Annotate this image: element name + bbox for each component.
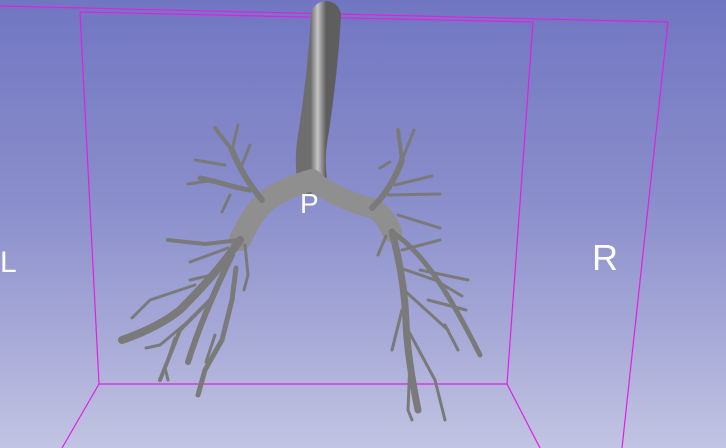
box-edge [506, 383, 541, 448]
3d-view[interactable]: L R P [0, 0, 726, 448]
right-lung-branches [369, 128, 483, 422]
box-edge [79, 11, 100, 385]
orientation-label-right: R [592, 237, 618, 278]
3d-scene[interactable] [0, 0, 726, 448]
box-edge [61, 383, 100, 448]
orientation-label-left: L [0, 246, 17, 279]
right-main-bronchus [304, 172, 402, 242]
left-lung-branches [118, 123, 265, 398]
box-edge [621, 21, 669, 448]
trachea [295, 1, 341, 195]
box-edge [506, 21, 534, 385]
orientation-label-posterior: P [300, 188, 319, 219]
